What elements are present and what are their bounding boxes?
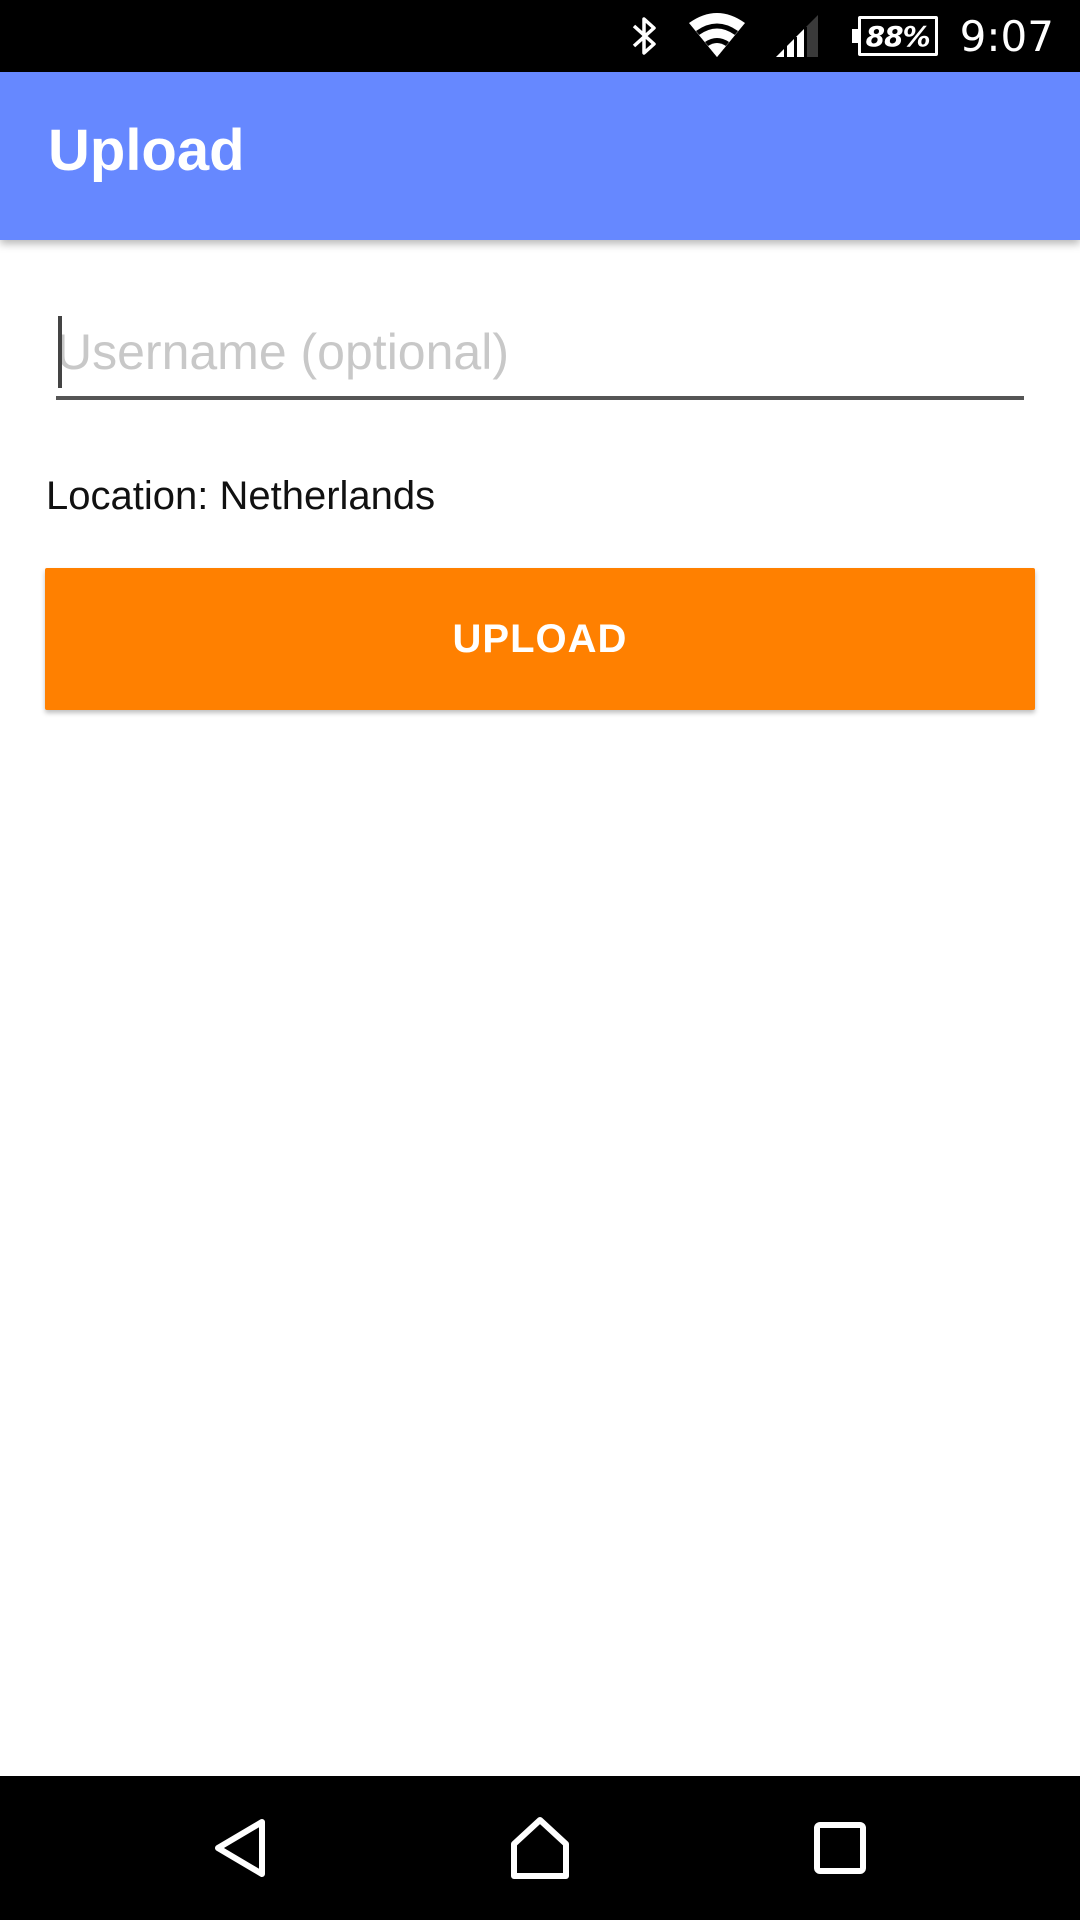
username-field[interactable] bbox=[56, 310, 1024, 400]
app-bar: Upload bbox=[0, 72, 1080, 240]
back-icon[interactable] bbox=[162, 1776, 322, 1920]
app-title: Upload bbox=[48, 118, 245, 183]
navigation-bar bbox=[0, 1776, 1080, 1920]
upload-screen: 88% 9:07 Upload Location: Netherlands UP… bbox=[0, 0, 1080, 1920]
upload-button[interactable]: UPLOAD bbox=[45, 568, 1035, 710]
cell-signal-icon bbox=[774, 13, 820, 59]
battery-icon: 88% bbox=[851, 16, 938, 56]
text-cursor bbox=[58, 316, 62, 388]
home-icon[interactable] bbox=[460, 1776, 620, 1920]
clock: 9:07 bbox=[959, 11, 1054, 61]
wifi-icon bbox=[688, 13, 746, 59]
recents-icon[interactable] bbox=[760, 1776, 920, 1920]
status-bar: 88% 9:07 bbox=[0, 0, 1080, 72]
battery-level: 88% bbox=[865, 19, 931, 53]
location-label: Location: Netherlands bbox=[46, 474, 436, 518]
status-icons: 88% 9:07 bbox=[630, 0, 1054, 72]
bluetooth-icon bbox=[630, 14, 660, 58]
username-input[interactable] bbox=[56, 310, 1024, 394]
